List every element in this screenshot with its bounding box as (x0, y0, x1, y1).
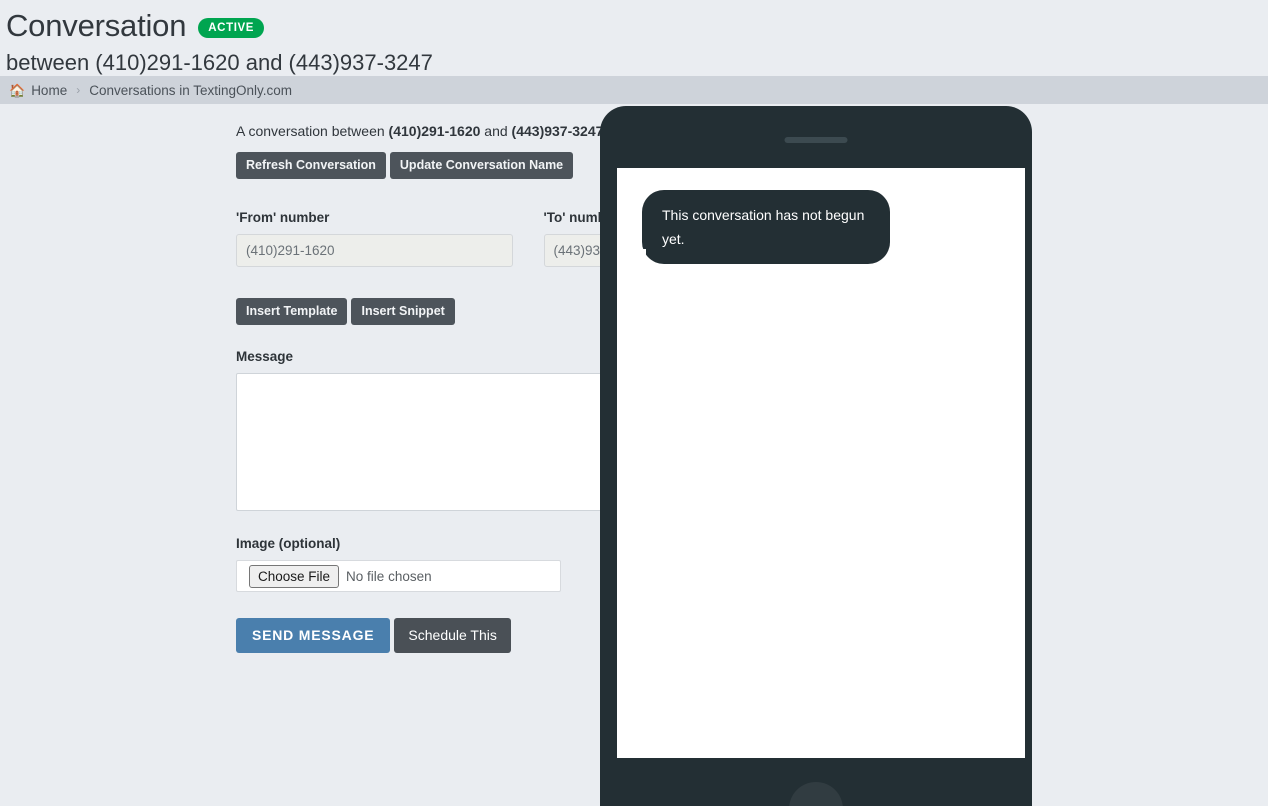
intro-prefix: A conversation between (236, 123, 389, 139)
schedule-this-button[interactable]: Schedule This (394, 618, 511, 653)
from-number-input[interactable] (236, 234, 513, 267)
breadcrumb-separator-icon: › (76, 83, 81, 97)
update-conversation-name-button[interactable]: Update Conversation Name (389, 152, 574, 179)
chat-bubble-text: This conversation has not begun yet. (662, 207, 865, 247)
content-area: A conversation between (410)291-1620 and… (0, 104, 1268, 806)
phone-speaker-icon (784, 137, 848, 143)
breadcrumb-item-home[interactable]: 🏠 Home (9, 83, 67, 98)
intro-to-number: (443)937-3247 (511, 123, 604, 139)
intro-middle: and (480, 123, 512, 139)
intro-from-number: (410)291-1620 (388, 123, 481, 139)
phone-preview: This conversation has not begun yet. (600, 106, 1032, 806)
from-number-label: 'From' number (236, 210, 330, 225)
phone-home-button-icon (789, 782, 843, 806)
breadcrumb-home-label[interactable]: Home (31, 83, 67, 98)
choose-file-button[interactable]: Choose File (249, 564, 340, 588)
send-message-button[interactable]: SEND MESSAGE (236, 618, 391, 653)
file-name-text: No file chosen (346, 568, 432, 584)
breadcrumb-item-current: Conversations in TextingOnly.com (89, 82, 293, 98)
title-row: Conversation ACTIVE (6, 6, 1268, 46)
insert-snippet-button[interactable]: Insert Snippet (351, 298, 455, 325)
image-file-input[interactable]: Choose File No file chosen (236, 560, 561, 592)
home-icon: 🏠 (9, 82, 26, 98)
chat-bubble: This conversation has not begun yet. (632, 190, 890, 265)
page-subtitle: between (410)291-1620 and (443)937-3247 (6, 50, 433, 75)
page-header: Conversation ACTIVE between (410)291-162… (0, 0, 1268, 76)
page-title: Conversation (6, 8, 187, 43)
from-number-group: 'From' number (236, 210, 513, 267)
insert-template-button[interactable]: Insert Template (236, 298, 348, 325)
status-badge: ACTIVE (198, 17, 265, 38)
refresh-conversation-button[interactable]: Refresh Conversation (236, 152, 386, 179)
phone-screen: This conversation has not begun yet. (617, 168, 1025, 758)
breadcrumb: 🏠 Home › Conversations in TextingOnly.co… (0, 76, 1268, 104)
